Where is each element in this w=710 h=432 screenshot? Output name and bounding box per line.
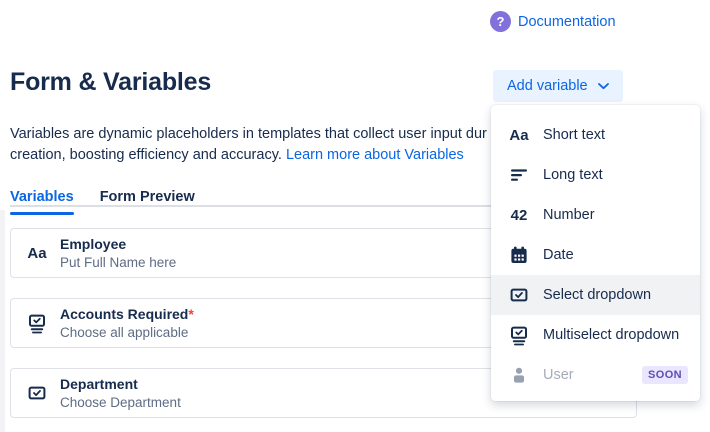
add-variable-label: Add variable (507, 78, 588, 94)
learn-more-link[interactable]: Learn more about Variables (286, 147, 464, 163)
menu-item-short-text[interactable]: Aa Short text (491, 115, 700, 155)
multiselect-dropdown-icon (25, 313, 49, 334)
long-text-icon (508, 165, 530, 185)
left-scroll-track (0, 210, 5, 432)
menu-item-user: User SOON (491, 355, 700, 395)
page-description: Variables are dynamic placeholders in te… (10, 124, 570, 166)
variable-subtitle: Choose all applicable (60, 324, 194, 341)
description-line2: creation, boosting efficiency and accura… (10, 147, 286, 163)
select-dropdown-icon (25, 383, 49, 403)
menu-item-long-text[interactable]: Long text (491, 155, 700, 195)
tab-bar: Variables Form Preview (10, 189, 195, 215)
menu-item-select-dropdown[interactable]: Select dropdown (491, 275, 700, 315)
tab-variables[interactable]: Variables (10, 189, 74, 215)
date-icon (508, 245, 530, 265)
select-dropdown-icon (508, 285, 530, 305)
multiselect-dropdown-icon (508, 325, 530, 346)
chevron-down-icon (598, 83, 609, 90)
menu-item-number[interactable]: 42 Number (491, 195, 700, 235)
page-title: Form & Variables (10, 68, 211, 97)
variable-subtitle: Choose Department (60, 394, 181, 411)
add-variable-dropdown-menu: Aa Short text Long text 42 Number (491, 105, 700, 401)
documentation-link[interactable]: ? Documentation (490, 11, 616, 32)
short-text-icon: Aa (508, 127, 530, 144)
variable-title: Accounts Required* (60, 306, 194, 323)
soon-badge: SOON (642, 366, 688, 384)
help-icon[interactable]: ? (490, 11, 511, 32)
menu-item-multiselect-dropdown[interactable]: Multiselect dropdown (491, 315, 700, 355)
description-line1: Variables are dynamic placeholders in te… (10, 126, 487, 142)
variable-title: Employee (60, 236, 176, 253)
variable-subtitle: Put Full Name here (60, 254, 176, 271)
documentation-label[interactable]: Documentation (518, 14, 616, 30)
user-icon (508, 365, 530, 385)
add-variable-button[interactable]: Add variable (493, 70, 623, 102)
number-icon: 42 (508, 207, 530, 224)
tab-form-preview[interactable]: Form Preview (100, 189, 195, 215)
required-asterisk: * (188, 306, 193, 322)
menu-item-date[interactable]: Date (491, 235, 700, 275)
variable-title: Department (60, 376, 181, 393)
short-text-icon: Aa (25, 245, 49, 262)
